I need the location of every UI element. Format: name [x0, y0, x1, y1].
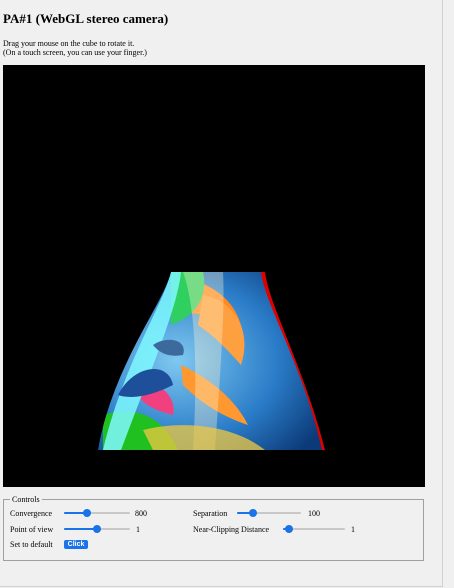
stereo-render — [98, 272, 325, 450]
point-of-view-value: 1 — [136, 524, 140, 534]
slider-thumb[interactable] — [83, 509, 92, 517]
reset-button[interactable]: Click — [63, 540, 89, 549]
intro-line-2: (On a touch screen, you can use your fin… — [3, 48, 147, 57]
point-of-view-row: Point of view 1 — [10, 524, 140, 534]
controls-legend: Controls — [12, 495, 40, 504]
webgl-canvas[interactable] — [3, 65, 425, 487]
separation-row: Separation 100 — [193, 508, 320, 518]
cyan-channel-shape — [98, 272, 322, 450]
convergence-slider[interactable] — [64, 508, 130, 518]
intro-line-1: Drag your mouse on the cube to rotate it… — [3, 39, 135, 48]
separation-label: Separation — [193, 508, 228, 518]
slider-thumb[interactable] — [249, 509, 257, 517]
page-title: PA#1 (WebGL stereo camera) — [3, 11, 169, 26]
set-default-label: Set to default — [10, 540, 53, 549]
near-clipping-value: 1 — [351, 524, 355, 534]
separation-slider[interactable] — [237, 508, 301, 518]
convergence-label: Convergence — [10, 508, 53, 518]
convergence-row: Convergence 800 — [10, 508, 147, 518]
convergence-value: 800 — [135, 508, 147, 518]
near-clipping-slider[interactable] — [283, 524, 345, 534]
point-of-view-label: Point of view — [10, 524, 54, 534]
set-default-row: Set to default Click — [10, 540, 89, 549]
slider-thumb[interactable] — [93, 525, 101, 533]
intro-text: Drag your mouse on the cube to rotate it… — [3, 39, 147, 57]
slider-thumb[interactable] — [285, 525, 294, 533]
near-clipping-row: Near-Clipping Distance 1 — [193, 524, 355, 534]
separation-value: 100 — [308, 508, 320, 518]
point-of-view-slider[interactable] — [64, 524, 130, 534]
near-clipping-label: Near-Clipping Distance — [193, 524, 270, 534]
